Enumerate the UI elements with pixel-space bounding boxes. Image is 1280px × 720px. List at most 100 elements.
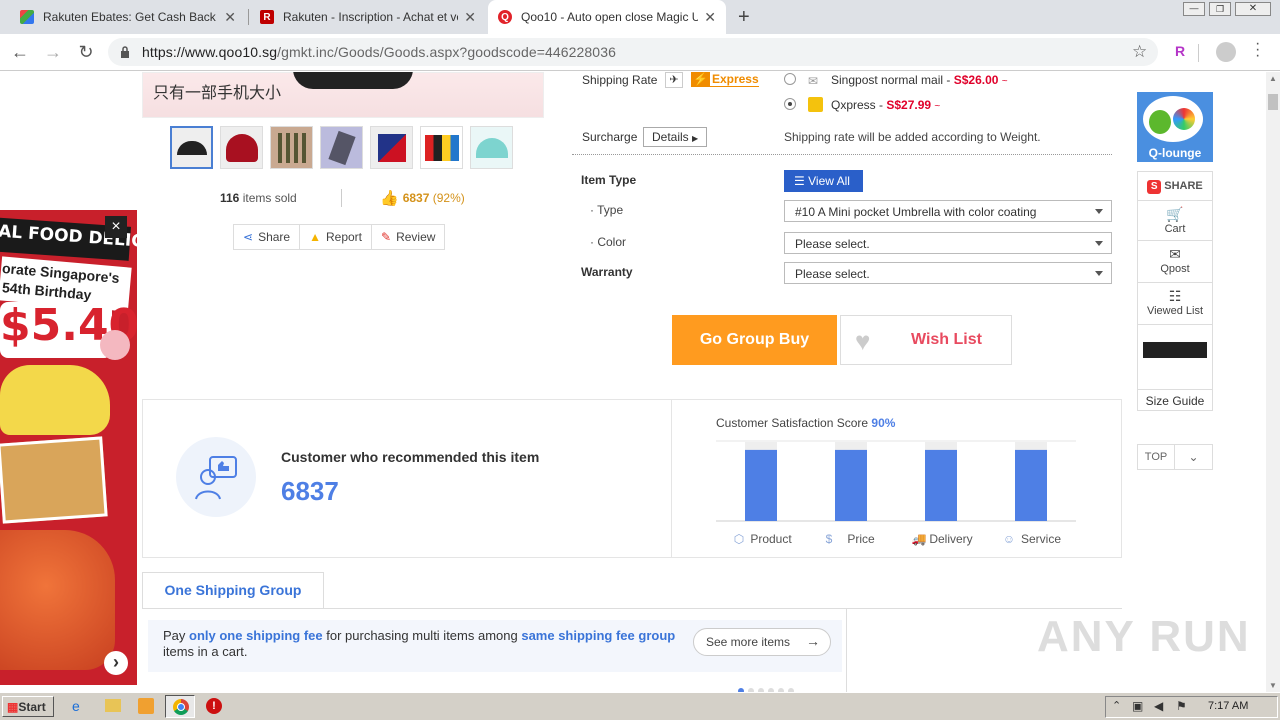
color-select[interactable]: Please select. — [784, 232, 1112, 254]
recommend-title: Customer who recommended this item — [281, 449, 540, 465]
omnibox[interactable]: https://www.qoo10.sg/gmkt.inc/Goods/Good… — [108, 38, 1158, 66]
satisfaction-chart: ⬡ Product $ Price 🚚 Delivery ☺ Service — [716, 440, 1076, 546]
tab-rakuten-ebates[interactable]: Rakuten Ebates: Get Cash Back For ✕ — [10, 0, 246, 34]
close-icon[interactable]: ✕ — [464, 9, 476, 26]
chrome-icon — [173, 699, 189, 715]
viewed-item-thumbnail — [1143, 331, 1207, 385]
flag-icon[interactable]: ⚑ — [1176, 699, 1187, 713]
address-bar: ← → ↻ https://www.qoo10.sg/gmkt.inc/Good… — [0, 34, 1280, 71]
tab-qoo10[interactable]: Q Qoo10 - Auto open close Magic Umb ✕ — [488, 0, 726, 34]
recommend-panel: Customer who recommended this item 6837 … — [142, 399, 1122, 558]
thumbnail[interactable] — [420, 126, 463, 169]
browser-tab-bar: Rakuten Ebates: Get Cash Back For ✕ R Ra… — [0, 0, 1280, 34]
folder-icon[interactable] — [105, 699, 121, 712]
category-icon: $ — [826, 532, 833, 546]
list-icon: ☰ — [794, 174, 805, 188]
reload-icon[interactable]: ↻ — [76, 42, 96, 62]
new-tab-icon[interactable]: + — [738, 6, 750, 29]
category-icon: ☺ — [1003, 532, 1015, 546]
sidebar-share-button[interactable]: S SHARE — [1137, 171, 1213, 201]
page-scrollbar[interactable]: ▲ ▼ — [1266, 72, 1280, 692]
category-icon: ⬡ — [734, 532, 744, 546]
rakuten-extension-icon[interactable]: R — [1175, 43, 1185, 59]
thumbnail[interactable] — [470, 126, 513, 169]
tab-rakuten-inscription[interactable]: R Rakuten - Inscription - Achat et vent … — [250, 0, 486, 34]
thumbnail[interactable] — [270, 126, 313, 169]
opera-icon[interactable]: ! — [206, 698, 222, 714]
sidebar-cart-button[interactable]: 🛒 Cart — [1137, 201, 1213, 241]
review-button[interactable]: ✎ Review — [372, 224, 446, 250]
warranty-select[interactable]: Please select. — [784, 262, 1112, 284]
thumbnail[interactable] — [170, 126, 213, 169]
likes-counter[interactable]: 👍 6837 (92%) — [380, 189, 465, 207]
see-more-items-button[interactable]: See more items → — [693, 628, 831, 656]
close-icon[interactable]: ✕ — [224, 9, 236, 26]
food-ad-banner[interactable]: AL FOOD DELIGHTS orate Singapore's 54th … — [0, 210, 137, 685]
q-lounge-icon — [1143, 96, 1203, 142]
arrow-right-icon: → — [806, 633, 820, 649]
ad-close-button[interactable]: × — [105, 216, 127, 238]
minimize-icon[interactable]: — — [1183, 2, 1205, 16]
thumbnail[interactable] — [220, 126, 263, 169]
category-label: Service — [1021, 532, 1061, 546]
shipping-group-notice: Pay only one shipping fee for purchasing… — [148, 620, 842, 672]
surcharge-details-button[interactable]: Details ▶ — [643, 127, 708, 147]
view-all-button[interactable]: ☰ View All — [784, 170, 863, 192]
tab-one-shipping-group[interactable]: One Shipping Group — [142, 572, 324, 609]
network-icon[interactable]: ▣ — [1132, 699, 1143, 713]
q-lounge-button[interactable]: Q-lounge — [1137, 92, 1213, 162]
bookmark-star-icon[interactable]: ☆ — [1132, 42, 1147, 62]
thumbnail[interactable] — [320, 126, 363, 169]
sidebar-viewed-item[interactable]: Size Guide — [1137, 325, 1213, 411]
page-content: 只有一部手机大小 116 items sold 👍 6837 (92%) ⋖ Sh… — [0, 72, 1266, 692]
thumbnail[interactable] — [370, 126, 413, 169]
sidebar-qpost-button[interactable]: ✉ Qpost — [1137, 241, 1213, 283]
restore-icon[interactable]: ❐ — [1209, 2, 1231, 16]
category-label: Product — [750, 532, 792, 546]
items-sold: 116 items sold — [220, 191, 297, 205]
type-select[interactable]: #10 A Mini pocket Umbrella with color co… — [784, 200, 1112, 222]
ad-next-button[interactable]: › — [104, 651, 128, 675]
close-icon[interactable]: ✕ — [704, 9, 716, 26]
cart-icon: 🛒 — [1166, 206, 1184, 222]
share-button[interactable]: ⋖ Share — [233, 224, 301, 250]
chevron-down-icon — [1095, 241, 1103, 246]
windows-logo-icon: ▦ — [7, 700, 19, 714]
product-main-image[interactable]: 只有一部手机大小 — [142, 72, 544, 118]
rakuten-ebates-icon — [20, 10, 34, 24]
shipping-option-radio[interactable] — [784, 73, 796, 85]
ie-icon[interactable]: e — [72, 698, 80, 714]
chrome-taskbar-item[interactable] — [165, 695, 195, 718]
watermark: ANY RUN — [1037, 612, 1251, 661]
back-icon[interactable]: ← — [10, 42, 30, 62]
category-label: Price — [847, 532, 875, 546]
banner-text: 只有一部手机大小 — [153, 83, 282, 102]
chevron-down-icon — [1095, 209, 1103, 214]
shipping-option-radio-selected[interactable] — [784, 98, 796, 110]
report-button[interactable]: ▲ Report — [300, 224, 373, 250]
back-to-top-button[interactable]: TOP ⌄ — [1137, 444, 1213, 470]
shipping-option-qxpress[interactable]: Qxpress - S$27.99 ~ — [831, 98, 940, 112]
type-label: · Type — [590, 203, 624, 217]
scrollbar-thumb[interactable] — [1268, 94, 1278, 110]
menu-kebab-icon[interactable]: · · · — [1255, 36, 1260, 64]
warning-icon: ▲ — [309, 230, 321, 244]
lock-icon — [121, 46, 129, 58]
profile-avatar[interactable] — [1216, 42, 1236, 62]
bar-delivery — [925, 449, 957, 521]
forward-icon[interactable]: → — [43, 42, 63, 62]
wish-list-button[interactable]: ♥ Wish List — [840, 315, 1012, 365]
shipping-option-singpost[interactable]: Singpost normal mail - S$26.00 ~ — [831, 73, 1008, 87]
rakuten-r-icon: R — [260, 10, 274, 24]
window-close-icon[interactable]: ✕ — [1235, 2, 1271, 16]
sidebar-viewed-list-button[interactable]: ☷ Viewed List — [1137, 283, 1213, 325]
go-group-buy-button[interactable]: Go Group Buy — [672, 315, 837, 365]
media-player-icon[interactable] — [138, 698, 154, 714]
thumbnail-strip — [170, 126, 513, 169]
start-button[interactable]: ▦Start — [2, 696, 54, 717]
surcharge-note: Shipping rate will be added according to… — [784, 130, 1041, 144]
tray-expand-icon[interactable]: ⌃ — [1112, 699, 1121, 712]
volume-icon[interactable]: ◀ — [1154, 699, 1163, 713]
box-icon — [808, 97, 823, 112]
tab-title: Rakuten - Inscription - Achat et vent — [283, 10, 459, 24]
